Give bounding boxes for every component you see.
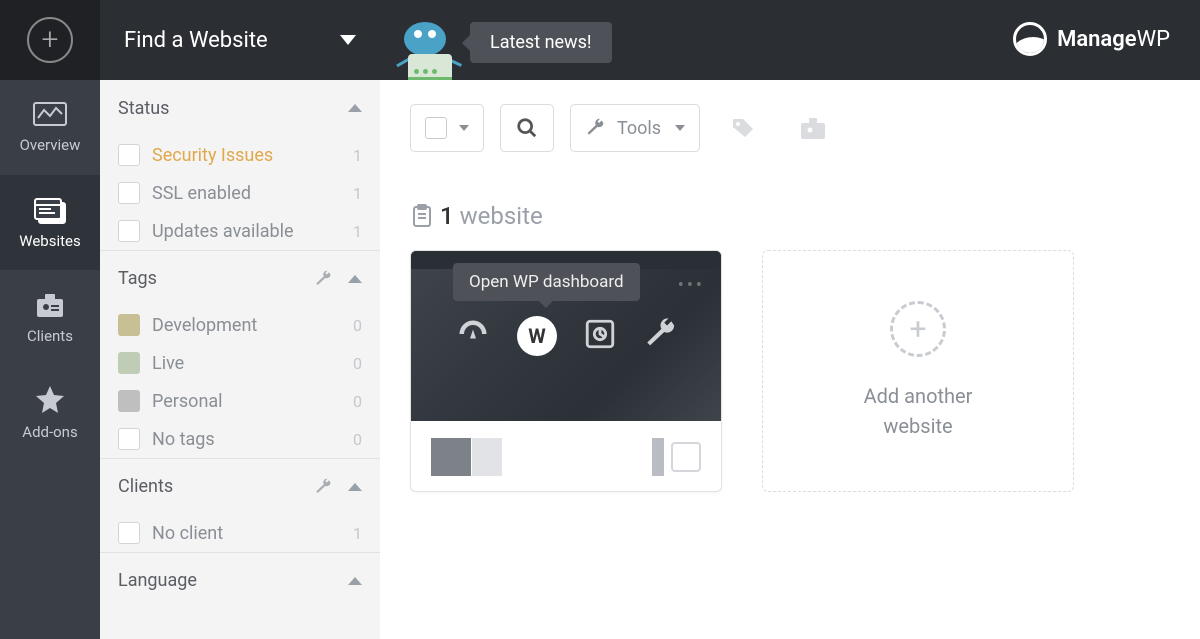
select-checkbox[interactable] [671,442,701,472]
find-website-label: Find a Website [124,28,268,53]
checkbox[interactable] [118,182,140,204]
filter-updates-available[interactable]: Updates available1 [100,212,380,250]
search-icon [516,117,538,139]
wrench-icon [585,118,605,138]
nav-rail: Overview Websites Clients Add-ons [0,80,100,639]
chevron-up-icon [348,104,362,112]
wrench-icon[interactable] [643,317,677,355]
filter-no-client[interactable]: No client1 [100,514,380,552]
thumb-block [472,438,502,476]
filter-tag-development[interactable]: Development0 [100,306,380,344]
tag-swatch [118,390,140,412]
client-button[interactable] [786,104,840,152]
filters-sidebar: Status Security Issues1 SSL enabled1 Upd… [100,80,380,639]
websites-icon [33,196,67,224]
website-card-footer [411,421,721,492]
plus-icon: + [27,17,73,63]
filter-tag-none[interactable]: No tags0 [100,420,380,458]
filter-security-issues[interactable]: Security Issues1 [100,136,380,174]
wrench-icon[interactable] [314,270,332,288]
thumb-block [431,438,471,476]
tools-dropdown[interactable]: Tools [570,104,700,152]
toolbar: Tools [410,104,1170,152]
wordpress-icon[interactable]: W [517,316,557,356]
checkbox[interactable] [118,428,140,450]
backup-icon[interactable] [583,317,617,355]
add-site-button[interactable]: + [0,0,100,80]
nav-addons[interactable]: Add-ons [0,365,100,460]
latest-news-bubble[interactable]: Latest news! [470,22,612,63]
filter-tag-personal[interactable]: Personal0 [100,382,380,420]
search-button[interactable] [500,104,554,152]
plus-icon: + [890,301,946,357]
website-count: 1 website [410,202,1170,230]
chevron-up-icon [348,483,362,491]
dashboard-icon[interactable] [455,316,491,356]
overview-icon [33,102,67,128]
addons-icon [35,385,65,415]
brand-logo: ManageWP [1013,22,1170,56]
clipboard-icon [410,204,434,228]
main-content: Tools 1 website Open WP dashboard ••• [380,80,1200,639]
filter-section-language[interactable]: Language [100,552,380,608]
nav-clients[interactable]: Clients [0,270,100,365]
add-website-card[interactable]: + Add anotherwebsite [762,250,1074,492]
briefcase-icon [800,116,826,140]
tooltip-open-wp: Open WP dashboard [453,263,640,301]
filter-section-tags[interactable]: Tags [100,250,380,306]
tag-button[interactable] [716,104,770,152]
chevron-down-icon [675,125,685,131]
filter-tag-live[interactable]: Live0 [100,344,380,382]
select-all-dropdown[interactable] [410,104,484,152]
mascot-icon [398,18,468,80]
chevron-down-icon [340,35,356,45]
checkbox[interactable] [118,522,140,544]
checkbox[interactable] [118,144,140,166]
wrench-icon[interactable] [314,478,332,496]
checkbox[interactable] [118,220,140,242]
find-website-dropdown[interactable]: Find a Website [100,0,380,80]
filter-ssl-enabled[interactable]: SSL enabled1 [100,174,380,212]
tag-swatch [118,314,140,336]
clients-icon [35,291,65,319]
filter-section-status[interactable]: Status [100,80,380,136]
chevron-up-icon [348,275,362,283]
tag-icon [731,117,755,139]
chevron-down-icon [459,125,469,131]
website-card[interactable]: Open WP dashboard ••• W [410,250,722,492]
nav-websites[interactable]: Websites [0,175,100,270]
thumb-block [652,438,664,476]
tag-swatch [118,352,140,374]
checkbox[interactable] [425,117,447,139]
topbar: + Find a Website Latest news! ManageWP [0,0,1200,80]
managewp-logo-icon [1013,22,1047,56]
nav-overview[interactable]: Overview [0,80,100,175]
filter-section-clients[interactable]: Clients [100,458,380,514]
chevron-up-icon [348,577,362,585]
